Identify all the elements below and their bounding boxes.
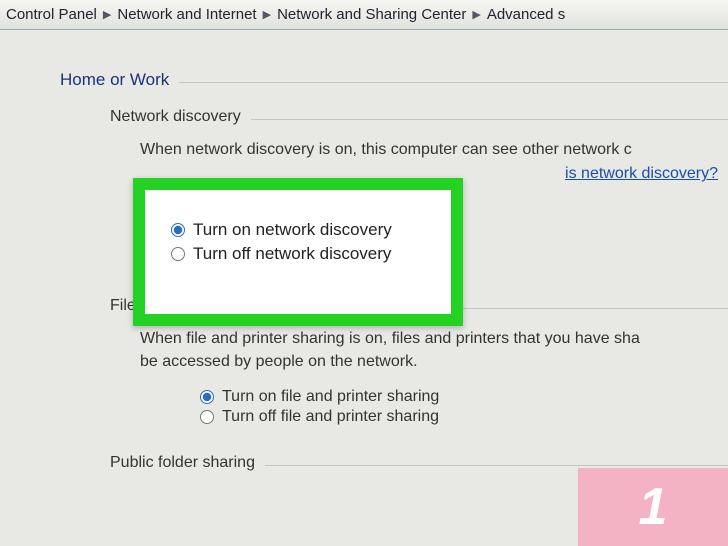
radio-label: Turn on file and printer sharing: [222, 388, 439, 406]
section-title: File: [110, 297, 136, 315]
network-discovery-on-radio[interactable]: Turn on network discovery: [171, 220, 431, 240]
section-description: When network discovery is on, this compu…: [140, 138, 728, 161]
section-title: Network discovery: [110, 108, 241, 126]
breadcrumb-item[interactable]: Network and Sharing Center: [273, 6, 470, 23]
radio-input[interactable]: [200, 410, 214, 424]
network-discovery-off-radio[interactable]: Turn off network discovery: [171, 244, 431, 264]
radio-label: Turn off file and printer sharing: [222, 408, 439, 426]
section-header-network-discovery: Network discovery: [110, 108, 728, 126]
highlight-callout: Turn on network discovery Turn off netwo…: [133, 178, 463, 326]
profile-header: Home or Work: [60, 70, 728, 90]
watermark-badge: 1: [578, 468, 728, 546]
section-description: When file and printer sharing is on, fil…: [140, 327, 728, 350]
chevron-right-icon: ▶: [101, 8, 113, 21]
radio-input[interactable]: [171, 223, 185, 237]
chevron-right-icon: ▶: [470, 8, 482, 21]
file-sharing-radio-group: Turn on file and printer sharing Turn of…: [200, 388, 728, 426]
what-is-network-discovery-link[interactable]: is network discovery?: [565, 165, 718, 182]
radio-label: Turn on network discovery: [193, 220, 392, 240]
radio-label: Turn off network discovery: [193, 244, 391, 264]
file-sharing-off-radio[interactable]: Turn off file and printer sharing: [200, 408, 728, 426]
section-title: Public folder sharing: [110, 454, 255, 472]
chevron-right-icon: ▶: [261, 8, 273, 21]
file-sharing-on-radio[interactable]: Turn on file and printer sharing: [200, 388, 728, 406]
breadcrumb: Control Panel ▶ Network and Internet ▶ N…: [0, 0, 728, 30]
radio-input[interactable]: [171, 247, 185, 261]
separator-line: [179, 82, 728, 83]
profile-title: Home or Work: [60, 70, 169, 90]
separator-line: [251, 119, 728, 120]
separator-line: [265, 465, 728, 466]
watermark-text: 1: [639, 477, 668, 537]
breadcrumb-item[interactable]: Control Panel: [2, 6, 101, 23]
breadcrumb-item[interactable]: Network and Internet: [113, 6, 260, 23]
breadcrumb-item[interactable]: Advanced s: [483, 6, 569, 23]
radio-input[interactable]: [200, 390, 214, 404]
section-description: be accessed by people on the network.: [140, 350, 728, 373]
